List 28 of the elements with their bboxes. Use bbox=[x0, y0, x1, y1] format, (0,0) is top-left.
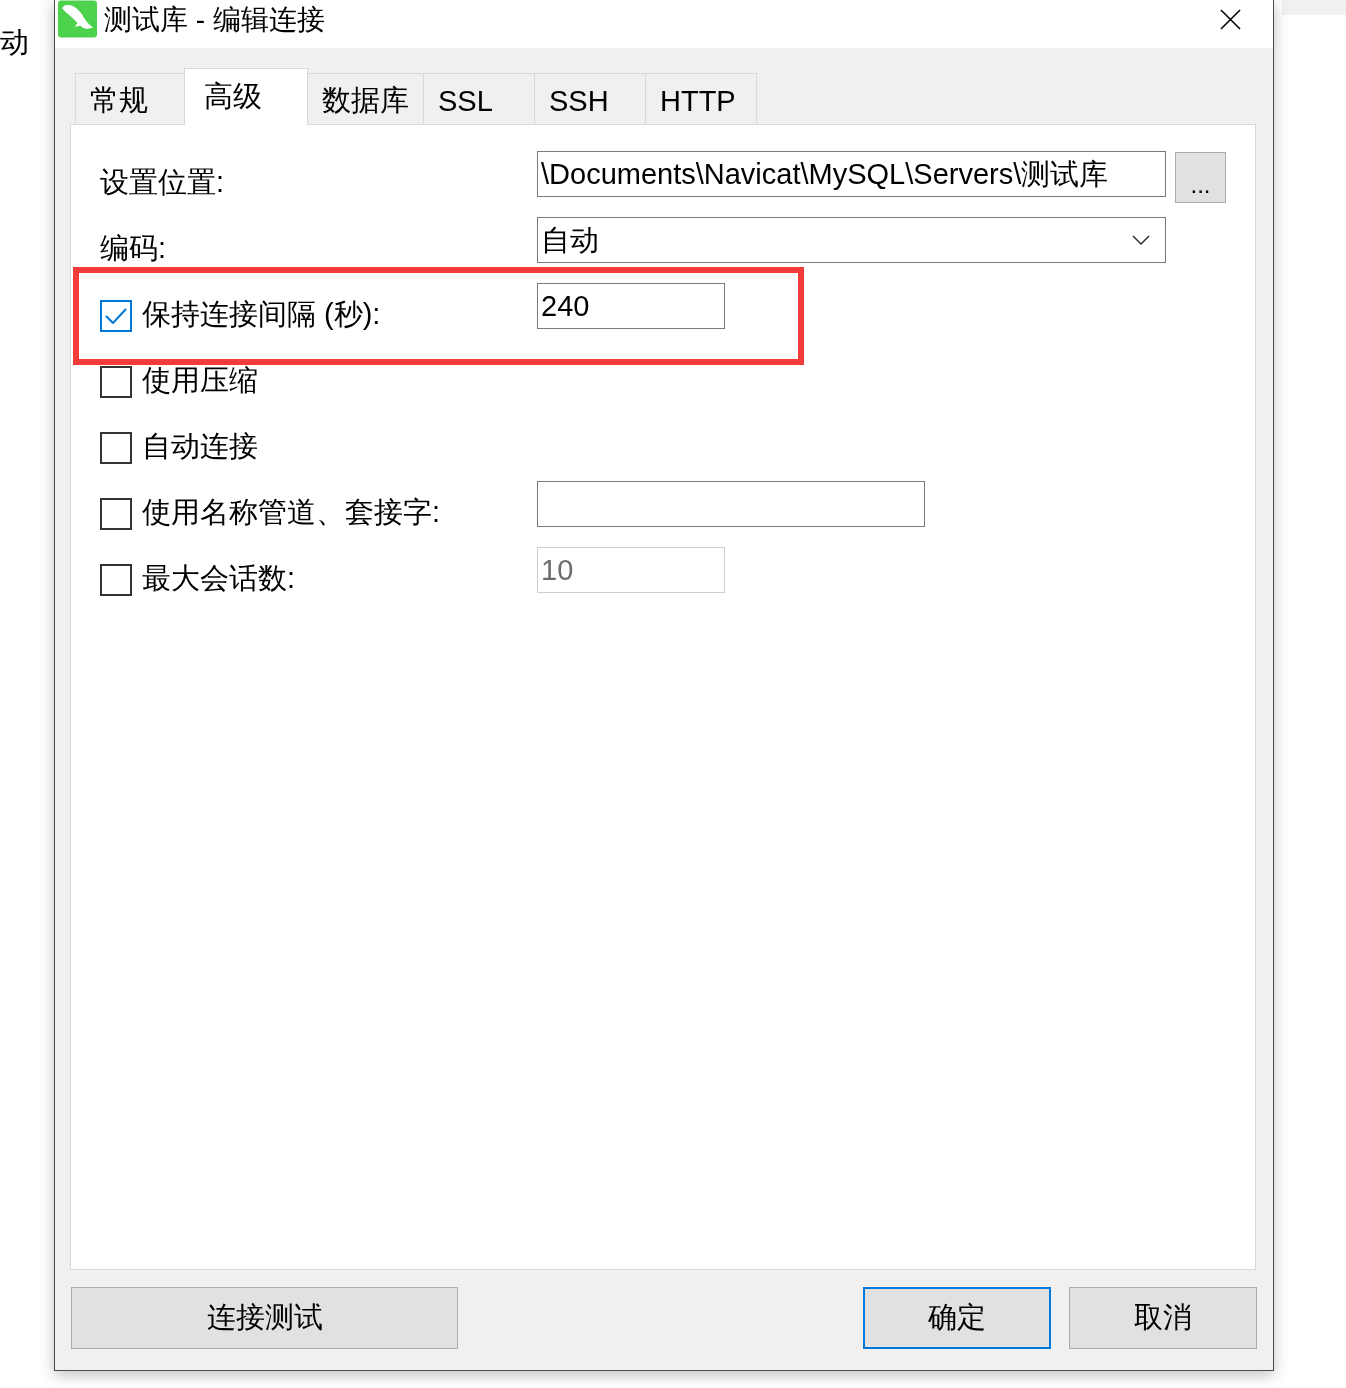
tab[interactable]: HTTP bbox=[645, 73, 757, 124]
path-field[interactable]: \Documents\Navicat\MySQL\Servers\测试库 bbox=[537, 151, 1166, 197]
window-title: 测试库 - 编辑连接 bbox=[104, 3, 325, 37]
tab[interactable]: 高级 bbox=[184, 68, 308, 125]
check-icon bbox=[105, 308, 127, 324]
dialog-button[interactable]: 连接测试 bbox=[71, 1287, 458, 1349]
checkbox[interactable] bbox=[100, 498, 132, 530]
checkbox[interactable] bbox=[100, 366, 132, 398]
text-field[interactable] bbox=[537, 481, 925, 527]
text-field[interactable]: 240 bbox=[537, 283, 725, 329]
tab[interactable]: 常规 bbox=[75, 73, 187, 124]
checkbox-label: 使用名称管道、套接字: bbox=[142, 495, 441, 529]
dialog-button[interactable]: 取消 bbox=[1069, 1287, 1257, 1349]
checkbox-label: 使用压缩 bbox=[142, 363, 258, 397]
chevron-down-icon bbox=[1132, 235, 1150, 245]
browse-button[interactable]: ... bbox=[1175, 152, 1226, 203]
field-label: 编码: bbox=[100, 231, 168, 265]
background-text: 动 bbox=[0, 25, 29, 59]
field-label: 设置位置: bbox=[100, 165, 226, 199]
checkbox-label: 自动连接 bbox=[142, 429, 258, 463]
checkbox[interactable] bbox=[100, 432, 132, 464]
close-icon[interactable] bbox=[1220, 9, 1241, 30]
encoding-dropdown[interactable]: 自动 bbox=[537, 217, 1166, 263]
checkbox-label: 保持连接间隔 (秒): bbox=[142, 297, 381, 331]
checkbox[interactable] bbox=[100, 564, 132, 596]
dialog-button[interactable]: 确定 bbox=[863, 1287, 1051, 1349]
checkbox-label: 最大会话数: bbox=[142, 561, 296, 595]
checkbox[interactable] bbox=[100, 300, 132, 332]
